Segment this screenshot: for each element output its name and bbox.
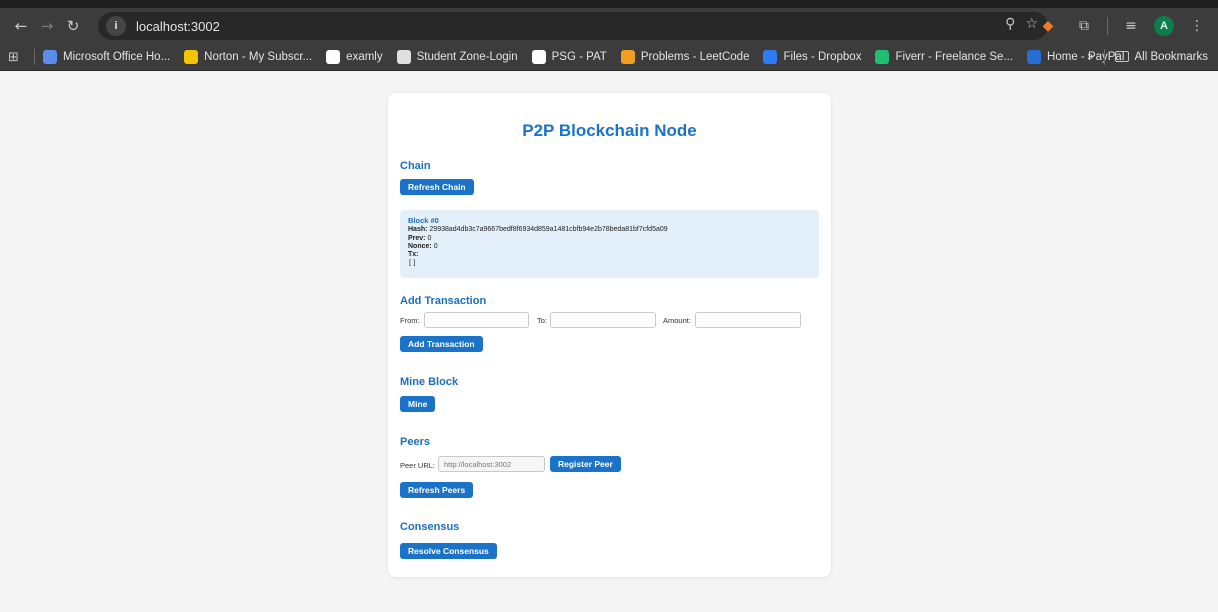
- hash-value: 29938ad4db3c7a9667bedf8f6934d859a1481cbf…: [429, 226, 668, 234]
- to-input[interactable]: [550, 312, 656, 328]
- bookmark-label: Fiverr - Freelance Se...: [895, 51, 1014, 63]
- block-tx-row: Tx:: [408, 251, 811, 259]
- extension-fox-icon[interactable]: ◆: [1035, 13, 1061, 39]
- peers-heading: Peers: [400, 436, 430, 448]
- bookmark-item[interactable]: Norton - My Subscr...: [184, 50, 312, 64]
- forward-arrow-icon[interactable]: →: [34, 13, 60, 39]
- zoom-icon[interactable]: ⚲: [1005, 16, 1015, 32]
- block-hash-row: Hash: 29938ad4db3c7a9667bedf8f6934d859a1…: [408, 226, 811, 234]
- all-bookmarks-button[interactable]: All Bookmarks: [1114, 51, 1209, 63]
- refresh-peers-button[interactable]: Refresh Peers: [400, 482, 474, 498]
- register-peer-button[interactable]: Register Peer: [550, 456, 621, 472]
- bookmark-item[interactable]: PSG - PAT: [531, 50, 607, 64]
- toolbar-separator: [1107, 17, 1108, 35]
- more-bookmarks-chevron-icon[interactable]: »: [1087, 51, 1093, 63]
- address-bar[interactable]: i localhost:3002 ⚲ ☆: [98, 12, 1048, 40]
- nonce-value: 0: [433, 242, 438, 250]
- profile-avatar[interactable]: A: [1154, 16, 1174, 36]
- block-card: Block #0 Hash: 29938ad4db3c7a9667bedf8f6…: [400, 210, 819, 278]
- url-text[interactable]: localhost:3002: [136, 19, 220, 34]
- bookmark-label: Student Zone-Login: [416, 51, 518, 63]
- bookmark-item[interactable]: Student Zone-Login: [396, 50, 518, 64]
- bookmark-item[interactable]: Problems - LeetCode: [620, 50, 750, 64]
- block-tx-value: []: [408, 259, 417, 268]
- bookmark-label: Norton - My Subscr...: [204, 51, 313, 63]
- to-label: To:: [537, 316, 548, 325]
- folder-icon: [1114, 51, 1129, 63]
- reload-icon[interactable]: ↻: [60, 13, 86, 39]
- mine-block-heading: Mine Block: [400, 376, 459, 388]
- node-card: P2P Blockchain Node Chain Refresh Chain …: [388, 93, 831, 577]
- bookmark-item[interactable]: Microsoft Office Ho...: [43, 50, 170, 64]
- block-title: Block #0: [408, 216, 439, 225]
- browser-toolbar: ← → ↻ i localhost:3002 ⚲ ☆ ◆ ⧉ ≡ A ⋮: [0, 8, 1218, 44]
- bookmark-item[interactable]: examly: [326, 50, 383, 64]
- media-queue-icon[interactable]: ≡: [1118, 13, 1144, 39]
- bookmark-item[interactable]: Fiverr - Freelance Se...: [875, 50, 1013, 64]
- bookmark-favicon-icon: [763, 50, 778, 64]
- from-input[interactable]: [424, 312, 529, 328]
- bookmark-label: Files - Dropbox: [783, 51, 862, 63]
- bookmark-favicon-icon: [184, 50, 199, 64]
- block-nonce-row: Nonce: 0: [408, 243, 811, 251]
- bookmark-favicon-icon: [396, 50, 411, 64]
- amount-input[interactable]: [695, 312, 801, 328]
- bookmark-favicon-icon: [326, 50, 341, 64]
- site-info-icon[interactable]: i: [106, 16, 126, 36]
- bookmark-favicon-icon: [875, 50, 890, 64]
- bookmark-label: Problems - LeetCode: [640, 51, 750, 63]
- nonce-label: Nonce:: [408, 242, 432, 250]
- amount-label: Amount:: [663, 316, 691, 325]
- bookmark-favicon-icon: [1027, 50, 1042, 64]
- prev-label: Prev:: [408, 234, 426, 242]
- peer-url-label: Peer URL:: [400, 461, 436, 470]
- bookmarks-separator-right: [1103, 49, 1105, 65]
- bookmarks-bar: ⊞ Microsoft Office Ho... Norton - My Subs…: [0, 44, 1218, 71]
- apps-grid-icon[interactable]: ⊞: [8, 50, 28, 65]
- menu-kebab-icon[interactable]: ⋮: [1184, 13, 1210, 39]
- bookmarks-separator: [34, 49, 35, 65]
- extensions-puzzle-icon[interactable]: ⧉: [1071, 13, 1097, 39]
- bookmark-favicon-icon: [620, 50, 635, 64]
- bookmark-favicon-icon: [43, 50, 57, 64]
- resolve-consensus-button[interactable]: Resolve Consensus: [400, 543, 497, 559]
- peer-url-input[interactable]: [438, 456, 545, 472]
- all-bookmarks-label: All Bookmarks: [1134, 51, 1209, 63]
- chain-heading: Chain: [400, 160, 431, 172]
- back-arrow-icon[interactable]: ←: [8, 13, 34, 39]
- hash-label: Hash:: [408, 226, 428, 234]
- refresh-chain-button[interactable]: Refresh Chain: [400, 179, 474, 195]
- consensus-heading: Consensus: [400, 521, 460, 533]
- bookmark-favicon-icon: [531, 50, 546, 64]
- page-title: P2P Blockchain Node: [522, 121, 697, 140]
- tx-label: Tx:: [408, 251, 419, 259]
- add-transaction-heading: Add Transaction: [400, 295, 487, 307]
- from-label: From:: [400, 316, 420, 325]
- block-prev-row: Prev: 0: [408, 235, 811, 243]
- bookmark-label: PSG - PAT: [551, 51, 607, 63]
- prev-value: 0: [427, 234, 432, 242]
- window-top-strip: [0, 0, 1218, 8]
- bookmark-list: Microsoft Office Ho... Norton - My Subscr…: [43, 50, 1138, 64]
- bookmark-label: examly: [346, 51, 383, 63]
- add-transaction-button[interactable]: Add Transaction: [400, 336, 483, 352]
- bookmark-label: Microsoft Office Ho...: [63, 51, 171, 63]
- bookmark-item[interactable]: Files - Dropbox: [763, 50, 861, 64]
- mine-button[interactable]: Mine: [400, 396, 436, 412]
